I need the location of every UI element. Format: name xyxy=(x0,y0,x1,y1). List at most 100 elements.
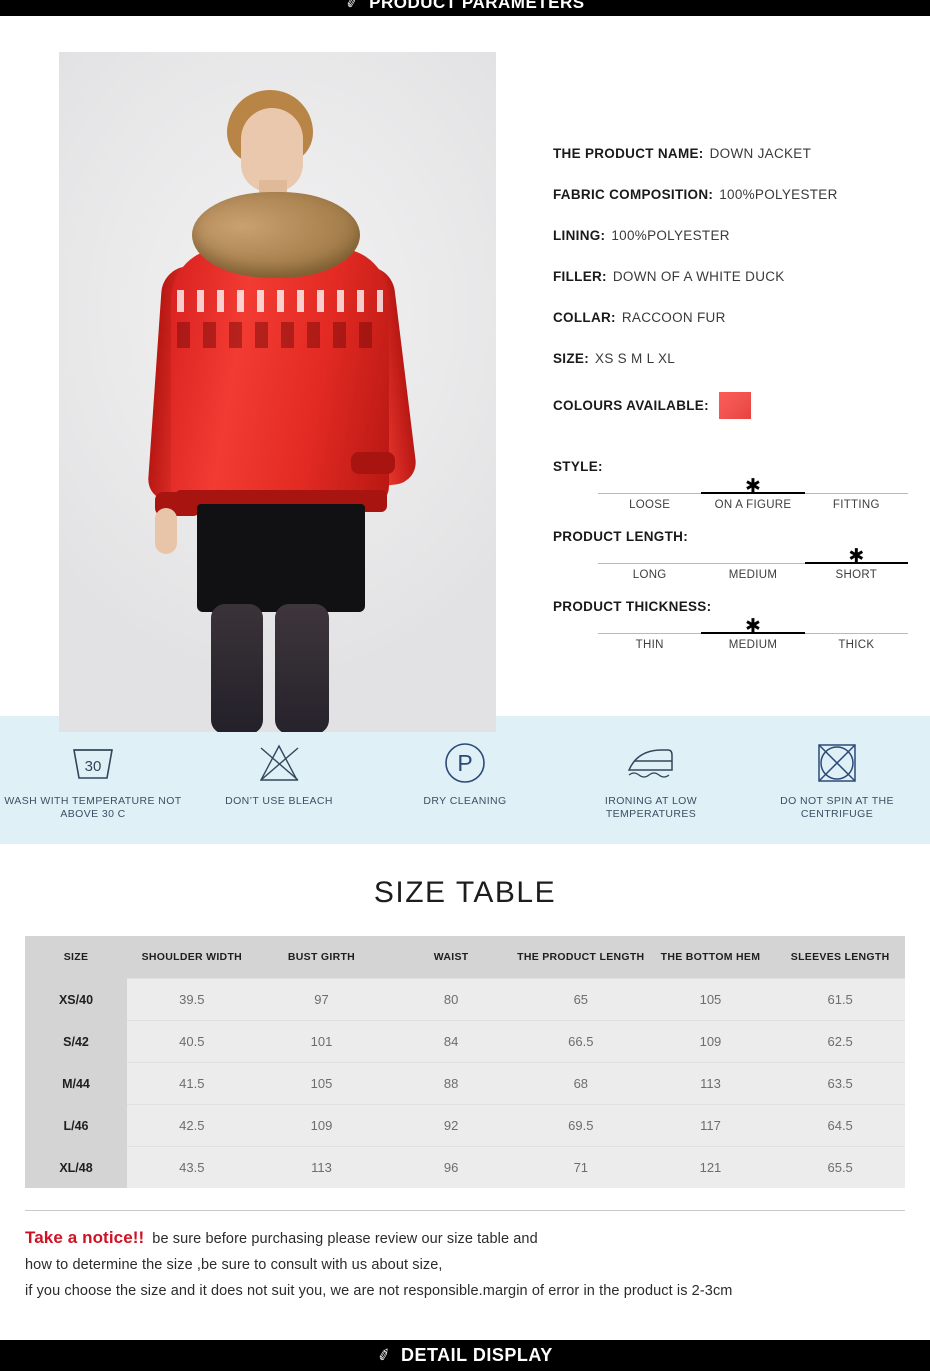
table-cell: 109 xyxy=(645,1020,776,1063)
scale-marker-icon: ✱ xyxy=(745,615,761,637)
table-cell: 96 xyxy=(386,1146,516,1188)
spec-label: COLLAR: xyxy=(553,310,616,325)
scale-bar: ✱ xyxy=(598,477,908,496)
spec-value: DOWN JACKET xyxy=(709,146,812,161)
table-header-cell: SIZE xyxy=(25,936,127,979)
colour-swatch-red[interactable] xyxy=(718,392,751,419)
scale-segment xyxy=(598,563,702,564)
table-cell: 61.5 xyxy=(775,978,905,1021)
scale-segment-selected: ✱ xyxy=(701,477,805,496)
table-header-cell: SHOULDER WIDTH xyxy=(127,936,257,979)
care-label: IRONING AT LOW TEMPERATURES xyxy=(604,795,698,820)
model-figure-illustration xyxy=(59,52,496,732)
notice-line-2: how to determine the size ,be sure to co… xyxy=(25,1257,443,1273)
scale-product-length: PRODUCT LENGTH: ✱ LONG MEDIUM SHORT xyxy=(553,529,930,581)
care-item-wash: 30 WASH WITH TEMPERATURE NOT ABOVE 30 C xyxy=(3,738,183,821)
table-cell: 39.5 xyxy=(127,978,257,1021)
purchase-notice: Take a notice!! be sure before purchasing… xyxy=(25,1210,905,1302)
svg-text:P: P xyxy=(457,750,472,776)
wash-tub-icon: 30 xyxy=(3,738,183,788)
spec-value: DOWN OF A WHITE DUCK xyxy=(612,269,785,284)
table-cell: 92 xyxy=(386,1104,516,1147)
table-cell: 65 xyxy=(515,978,646,1021)
spec-value: RACCOON FUR xyxy=(621,310,726,325)
table-header-row: SIZE SHOULDER WIDTH BUST GIRTH WAIST THE… xyxy=(25,936,905,979)
table-header-cell: THE BOTTOM HEM xyxy=(645,936,776,979)
spec-filler: FILLER: DOWN OF A WHITE DUCK xyxy=(553,269,930,284)
table-cell-size: M/44 xyxy=(25,1062,127,1105)
table-cell: 64.5 xyxy=(775,1104,905,1147)
table-cell: 41.5 xyxy=(127,1062,257,1105)
no-spin-icon xyxy=(747,738,927,788)
spec-label: FILLER: xyxy=(553,269,607,284)
table-header-cell: WAIST xyxy=(386,936,516,979)
size-table-title: SIZE TABLE xyxy=(373,876,557,909)
table-cell: 88 xyxy=(386,1062,516,1105)
scale-option: MEDIUM xyxy=(728,569,778,581)
table-cell: 40.5 xyxy=(127,1020,257,1063)
notice-line-1: Take a notice!! be sure before purchasing… xyxy=(25,1227,905,1250)
table-header-cell: THE PRODUCT LENGTH xyxy=(515,936,646,979)
model-left-hand xyxy=(155,508,177,554)
scale-option: SHORT xyxy=(835,569,878,581)
spec-label: COLOURS AVAILABLE: xyxy=(553,398,709,413)
table-cell: 62.5 xyxy=(775,1020,905,1063)
scale-segment-selected: ✱ xyxy=(701,617,805,636)
product-spec-list: THE PRODUCT NAME: DOWN JACKET FABRIC COM… xyxy=(496,52,930,716)
model-right-leg xyxy=(275,604,329,732)
table-cell: 105 xyxy=(645,978,776,1021)
spec-size: SIZE: XS S M L XL xyxy=(553,351,930,366)
scale-segment xyxy=(598,633,702,634)
spec-fabric-composition: FABRIC COMPOSITION: 100%POLYESTER xyxy=(553,187,930,202)
top-banner: ✐ PRODUCT PARAMETERS xyxy=(0,0,930,16)
table-header-cell: SLEEVES LENGTH xyxy=(775,936,905,979)
spec-label: SIZE: xyxy=(553,351,590,366)
table-cell: 84 xyxy=(386,1020,516,1063)
scale-option: FITTING xyxy=(832,499,880,511)
care-item-iron: IRONING AT LOW TEMPERATURES xyxy=(561,738,741,821)
scale-option: THIN xyxy=(635,639,664,651)
table-cell: 117 xyxy=(645,1104,776,1147)
table-cell: 109 xyxy=(256,1104,387,1147)
scale-segment-selected: ✱ xyxy=(804,547,908,566)
spec-lining: LINING: 100%POLYESTER xyxy=(553,228,930,243)
scale-marker-icon: ✱ xyxy=(745,475,761,497)
scale-labels: THIN MEDIUM THICK xyxy=(598,639,908,651)
table-cell: 71 xyxy=(515,1146,646,1188)
product-model-photo xyxy=(59,52,496,732)
care-label: DO NOT SPIN AT THE CENTRIFUGE xyxy=(780,795,894,820)
table-cell: 42.5 xyxy=(127,1104,257,1147)
product-photo-wrap xyxy=(59,52,496,732)
scale-title: STYLE: xyxy=(553,459,603,474)
notice-heading: Take a notice!! xyxy=(25,1228,145,1247)
jacket-right-cuff xyxy=(351,452,395,474)
scale-marker-icon: ✱ xyxy=(848,545,865,567)
table-cell: 101 xyxy=(256,1020,387,1063)
care-item-no-spin: DO NOT SPIN AT THE CENTRIFUGE xyxy=(747,738,927,821)
iron-low-icon xyxy=(561,738,741,788)
scale-option: ON A FIGURE xyxy=(714,499,792,511)
table-cell: 97 xyxy=(256,978,387,1021)
table-header-cell: BUST GIRTH xyxy=(256,936,387,979)
spec-value: 100%POLYESTER xyxy=(611,228,730,243)
dry-clean-icon: P xyxy=(375,738,555,788)
table-cell-size: XL/48 xyxy=(25,1146,127,1188)
care-label: WASH WITH TEMPERATURE NOT ABOVE 30 C xyxy=(4,795,182,820)
scale-segment xyxy=(804,493,908,494)
table-cell: 80 xyxy=(386,978,516,1021)
top-banner-title: PRODUCT PARAMETERS xyxy=(369,0,585,12)
table-row: XL/48 43.5 113 96 71 121 65.5 xyxy=(25,1146,905,1188)
spec-value: 100%POLYESTER xyxy=(719,187,838,202)
table-row: M/44 41.5 105 88 68 113 63.5 xyxy=(25,1062,905,1105)
scale-title: PRODUCT LENGTH: xyxy=(553,529,688,544)
scale-option: LONG xyxy=(632,569,667,581)
spec-product-name: THE PRODUCT NAME: DOWN JACKET xyxy=(553,146,930,161)
model-left-leg xyxy=(211,604,263,732)
scale-track: ✱ THIN MEDIUM THICK xyxy=(598,617,908,651)
care-label: DRY CLEANING xyxy=(423,795,507,807)
scale-product-thickness: PRODUCT THICKNESS: ✱ THIN MEDIUM THICK xyxy=(553,599,930,651)
black-mini-skirt xyxy=(197,504,365,612)
brand-logo-icon: ✐ xyxy=(345,0,360,14)
table-cell: 113 xyxy=(645,1062,776,1105)
care-item-dry-clean: P DRY CLEANING xyxy=(375,738,555,808)
